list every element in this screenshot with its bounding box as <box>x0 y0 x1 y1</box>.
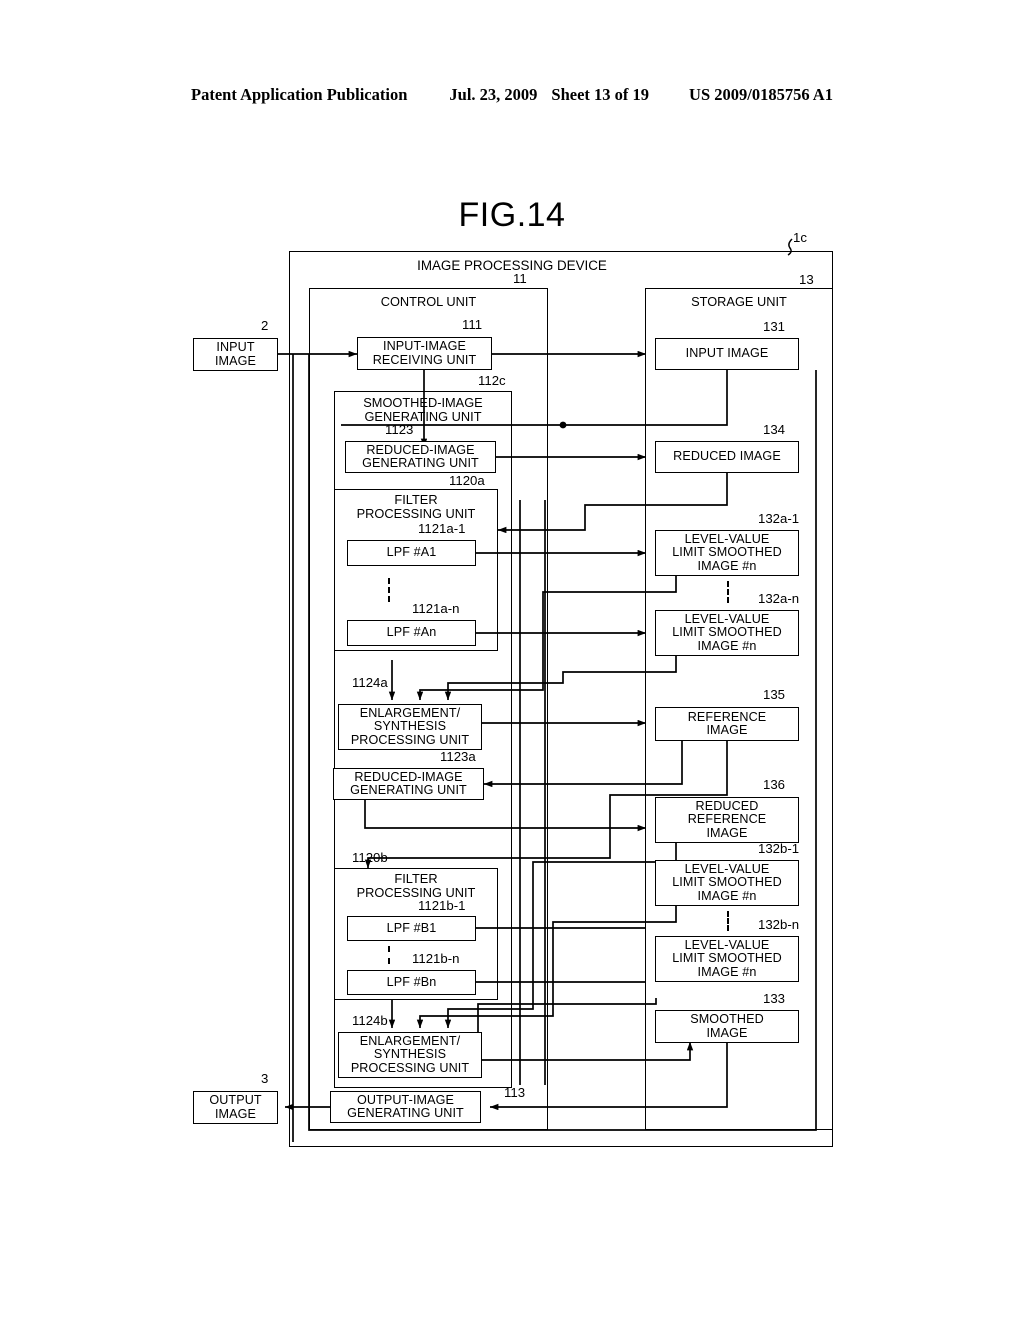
ref-131: 131 <box>763 319 786 334</box>
ref-1121b-n: 1121b-n <box>412 951 460 966</box>
smoothed-image-generating-unit-title: SMOOTHED-IMAGE GENERATING UNIT <box>363 395 483 424</box>
lpf-bn-label: LPF #Bn <box>386 974 437 989</box>
reduced-image-generating-unit-1[interactable]: REDUCED-IMAGE GENERATING UNIT <box>345 441 496 473</box>
lpf-b-ellipsis <box>388 946 390 964</box>
level-value-limit-smoothed-image-an-label: LEVEL-VALUE LIMIT SMOOTHED IMAGE #n <box>672 611 782 653</box>
ref-132a-1: 132a-1 <box>758 511 800 526</box>
ref-113: 113 <box>504 1085 526 1100</box>
input-image-external[interactable]: INPUT IMAGE <box>193 338 278 371</box>
input-image-receiving-unit[interactable]: INPUT-IMAGE RECEIVING UNIT <box>357 337 492 370</box>
ref-13: 13 <box>799 272 814 287</box>
input-image-external-label: INPUT IMAGE <box>214 340 257 368</box>
level-b-ellipsis <box>727 911 729 931</box>
output-image-external[interactable]: OUTPUT IMAGE <box>193 1091 278 1124</box>
ref-1123a: 1123a <box>440 749 476 764</box>
ref-3: 3 <box>261 1071 269 1086</box>
level-value-limit-smoothed-image-b1[interactable]: LEVEL-VALUE LIMIT SMOOTHED IMAGE #n <box>655 860 799 906</box>
lpf-a1[interactable]: LPF #A1 <box>347 540 476 566</box>
level-value-limit-smoothed-image-bn[interactable]: LEVEL-VALUE LIMIT SMOOTHED IMAGE #n <box>655 936 799 982</box>
output-image-generating-unit[interactable]: OUTPUT-IMAGE GENERATING UNIT <box>330 1091 481 1123</box>
storage-reference-image[interactable]: REFERENCE IMAGE <box>655 707 799 741</box>
level-a-ellipsis <box>727 581 729 603</box>
reduced-image-generating-unit-1-label: REDUCED-IMAGE GENERATING UNIT <box>362 442 479 470</box>
enlargement-synthesis-processing-unit-a-label: ENLARGEMENT/ SYNTHESIS PROCESSING UNIT <box>350 705 470 747</box>
lpf-b1-label: LPF #B1 <box>386 920 437 935</box>
reduced-image-generating-unit-2-label: REDUCED-IMAGE GENERATING UNIT <box>350 769 467 797</box>
lpf-a-ellipsis <box>388 578 390 602</box>
storage-smoothed-image-label: SMOOTHED IMAGE <box>690 1012 764 1040</box>
device-title: IMAGE PROCESSING DEVICE <box>417 258 607 273</box>
storage-reduced-reference-image-label: REDUCED REFERENCE IMAGE <box>687 798 767 840</box>
level-value-limit-smoothed-image-bn-label: LEVEL-VALUE LIMIT SMOOTHED IMAGE #n <box>672 937 782 979</box>
storage-input-image-label: INPUT IMAGE <box>685 346 769 361</box>
storage-smoothed-image[interactable]: SMOOTHED IMAGE <box>655 1010 799 1043</box>
ref-11: 11 <box>513 271 527 286</box>
level-value-limit-smoothed-image-a1-label: LEVEL-VALUE LIMIT SMOOTHED IMAGE #n <box>672 531 782 573</box>
storage-reduced-reference-image[interactable]: REDUCED REFERENCE IMAGE <box>655 797 799 843</box>
output-image-external-label: OUTPUT IMAGE <box>209 1093 262 1121</box>
ref-132b-n: 132b-n <box>758 917 800 932</box>
leader-1c <box>787 238 793 256</box>
ref-134: 134 <box>763 422 786 437</box>
lpf-b1[interactable]: LPF #B1 <box>347 916 476 941</box>
input-image-receiving-unit-label: INPUT-IMAGE RECEIVING UNIT <box>372 339 477 367</box>
storage-reduced-image-label: REDUCED IMAGE <box>673 449 781 464</box>
level-value-limit-smoothed-image-an[interactable]: LEVEL-VALUE LIMIT SMOOTHED IMAGE #n <box>655 610 799 656</box>
enlargement-synthesis-processing-unit-b-label: ENLARGEMENT/ SYNTHESIS PROCESSING UNIT <box>350 1033 470 1075</box>
ref-1123: 1123 <box>385 422 414 437</box>
reduced-image-generating-unit-2[interactable]: REDUCED-IMAGE GENERATING UNIT <box>333 768 484 800</box>
lpf-a1-label: LPF #A1 <box>386 545 437 560</box>
lpf-an[interactable]: LPF #An <box>347 620 476 646</box>
ref-1121b-1: 1121b-1 <box>418 898 466 913</box>
ref-136: 136 <box>763 777 786 792</box>
ref-133: 133 <box>763 991 786 1006</box>
ref-1120b: 1120b <box>352 850 388 865</box>
lpf-bn[interactable]: LPF #Bn <box>347 970 476 995</box>
lpf-an-label: LPF #An <box>386 625 437 640</box>
ref-111: 111 <box>462 317 483 332</box>
ref-1121a-1: 1121a-1 <box>418 521 466 536</box>
ref-2: 2 <box>261 318 269 333</box>
filter-processing-unit-a-title: FILTER PROCESSING UNIT <box>356 492 476 521</box>
storage-input-image[interactable]: INPUT IMAGE <box>655 338 799 370</box>
ref-132a-n: 132a-n <box>758 591 800 606</box>
storage-reduced-image[interactable]: REDUCED IMAGE <box>655 441 799 473</box>
level-value-limit-smoothed-image-b1-label: LEVEL-VALUE LIMIT SMOOTHED IMAGE #n <box>672 861 782 903</box>
ref-135: 135 <box>763 687 786 702</box>
enlargement-synthesis-processing-unit-b[interactable]: ENLARGEMENT/ SYNTHESIS PROCESSING UNIT <box>338 1032 482 1078</box>
level-value-limit-smoothed-image-a1[interactable]: LEVEL-VALUE LIMIT SMOOTHED IMAGE #n <box>655 530 799 576</box>
storage-unit-title: STORAGE UNIT <box>691 294 787 309</box>
filter-processing-unit-b-title: FILTER PROCESSING UNIT <box>356 871 476 900</box>
ref-1124a: 1124a <box>352 675 388 690</box>
ref-112c: 112c <box>478 373 506 388</box>
ref-1121a-n: 1121a-n <box>412 601 460 616</box>
ref-1124b: 1124b <box>352 1013 388 1028</box>
output-image-generating-unit-label: OUTPUT-IMAGE GENERATING UNIT <box>347 1092 464 1120</box>
ref-132b-1: 132b-1 <box>758 841 800 856</box>
control-unit-title: CONTROL UNIT <box>380 294 477 309</box>
enlargement-synthesis-processing-unit-a[interactable]: ENLARGEMENT/ SYNTHESIS PROCESSING UNIT <box>338 704 482 750</box>
ref-1120a: 1120a <box>449 473 485 488</box>
storage-reference-image-label: REFERENCE IMAGE <box>687 709 767 737</box>
